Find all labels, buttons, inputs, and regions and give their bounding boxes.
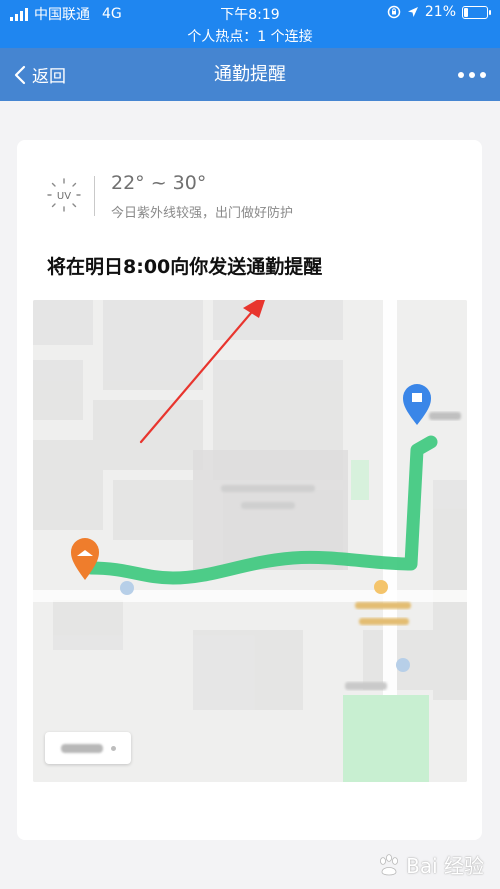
rotation-lock-icon: [387, 5, 401, 19]
watermark: Bai 经验: [376, 850, 484, 879]
temperature-range: 22° ~ 30°: [111, 172, 207, 194]
status-bar: 中国联通 4G 下午8:19 21% 个人热点：1 个连接: [0, 0, 500, 48]
battery-fill: [464, 7, 468, 17]
location-icon: [407, 7, 418, 17]
map-button-label: [60, 743, 103, 753]
reminder-text: 将在明日8:00向你发送通勤提醒: [47, 256, 323, 278]
route-map[interactable]: [33, 300, 467, 782]
commute-card: UV 22° ~ 30° 今日紫外线较强，出门做好防护 将在明日8:00向你发送…: [17, 140, 482, 840]
battery-icon: [462, 5, 491, 19]
map-canvas: [33, 300, 467, 782]
weather-divider: [94, 176, 95, 216]
watermark-text: Bai 经验: [406, 854, 484, 878]
chevron-left-icon: [14, 65, 26, 84]
paw-logo-icon: [380, 853, 399, 875]
status-right: 21%: [387, 4, 491, 20]
uv-sun-icon: UV: [47, 178, 81, 212]
more-dot-icon: [458, 71, 464, 78]
nav-bar: 返回 通勤提醒: [0, 48, 500, 101]
more-dot-icon: [480, 71, 486, 78]
map-button-dot: [110, 745, 116, 751]
poi-icon: [374, 580, 388, 594]
poi-icon: [120, 581, 134, 595]
uv-label: UV: [57, 191, 71, 202]
map-location-button[interactable]: [45, 732, 131, 764]
more-dot-icon: [469, 71, 475, 78]
page-title: 通勤提醒: [214, 64, 286, 85]
battery-percent: 21%: [424, 4, 456, 20]
hotspot-banner[interactable]: 个人热点：1 个连接: [0, 26, 500, 46]
back-button[interactable]: 返回: [14, 48, 66, 101]
poi-icon: [396, 658, 410, 672]
uv-tip: 今日紫外线较强，出门做好防护: [111, 206, 294, 221]
back-label: 返回: [32, 67, 66, 87]
more-button[interactable]: [458, 48, 486, 101]
